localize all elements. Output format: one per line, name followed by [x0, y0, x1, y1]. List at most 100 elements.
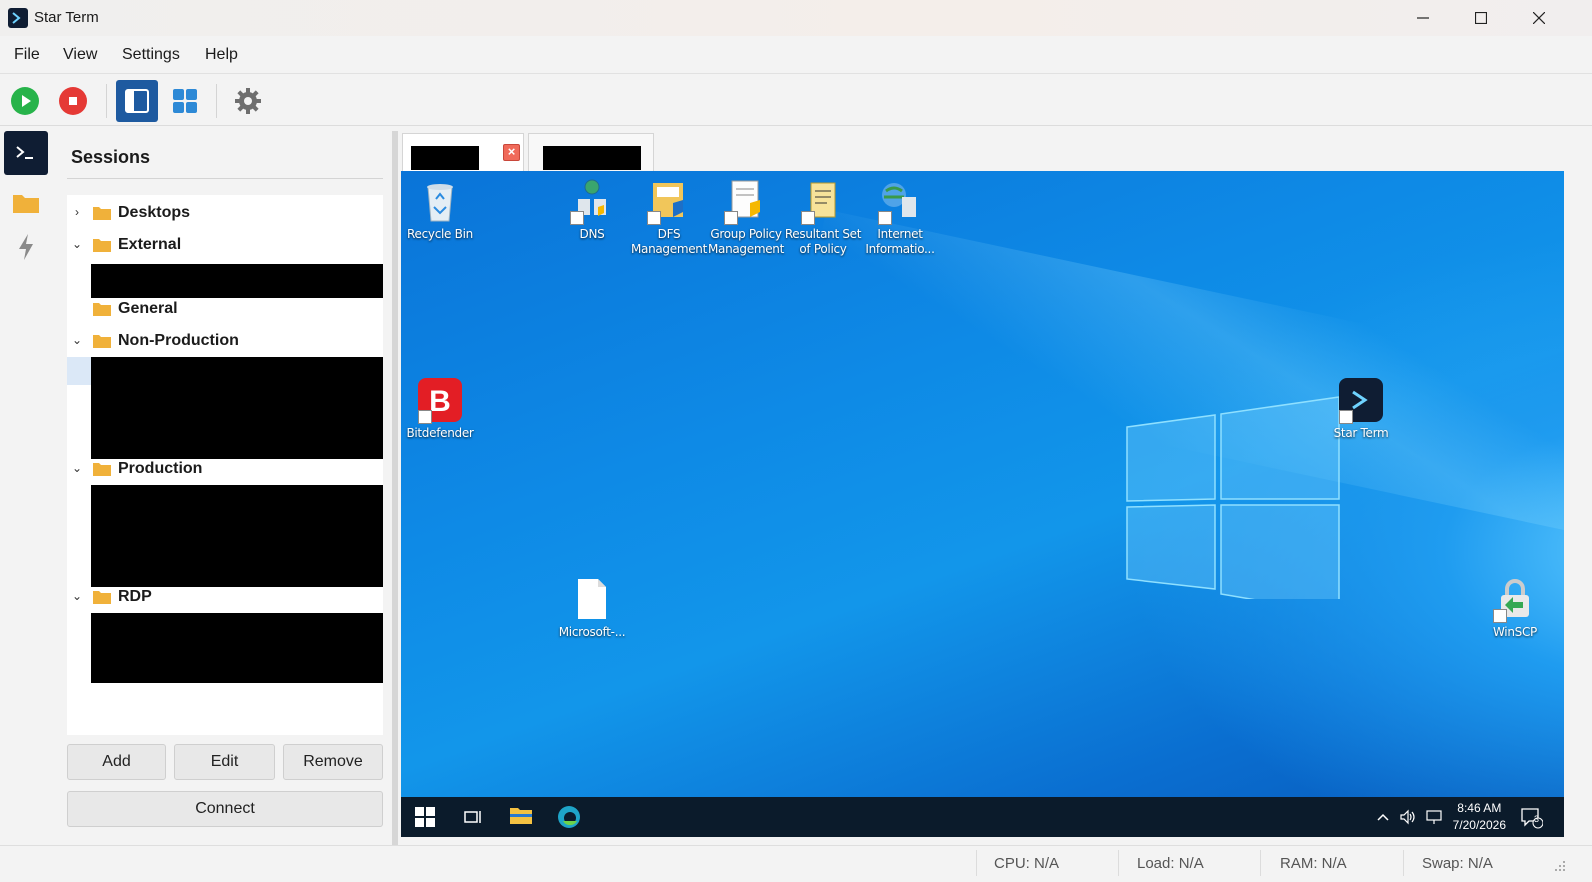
- close-tab-icon[interactable]: ×: [503, 144, 520, 161]
- desktop-icon-star-term[interactable]: Star Term: [1322, 376, 1400, 441]
- redacted-tab-label: [411, 146, 479, 170]
- status-separator: [1118, 850, 1119, 876]
- stop-button[interactable]: [52, 80, 94, 122]
- panel-splitter[interactable]: [392, 131, 398, 845]
- app-icon: [8, 8, 28, 28]
- panel-left-icon: [125, 89, 149, 113]
- add-button[interactable]: Add: [67, 744, 166, 780]
- tree-node-label: Production: [118, 460, 203, 477]
- tree-node-label: External: [118, 236, 182, 253]
- lightning-icon: [19, 234, 33, 260]
- windows-start-icon[interactable]: [413, 805, 437, 829]
- task-view-icon[interactable]: [461, 805, 485, 829]
- svg-text:B: B: [429, 385, 451, 418]
- tree-node-general[interactable]: General: [67, 295, 383, 323]
- window-title: Star Term: [34, 9, 99, 26]
- left-rail: [0, 127, 52, 845]
- cpu-status: CPU: N/A: [994, 855, 1060, 872]
- close-button[interactable]: [1516, 0, 1562, 36]
- desktop-icon-dfs[interactable]: DFS Management: [630, 177, 708, 257]
- tree-node-production[interactable]: ⌄ Production: [67, 455, 383, 483]
- folder-icon: [93, 463, 111, 476]
- chevron-right-icon[interactable]: ›: [71, 206, 83, 218]
- menu-view[interactable]: View: [63, 46, 97, 64]
- notification-center-icon[interactable]: 3: [1519, 805, 1544, 829]
- tree-node-desktops[interactable]: › Desktops: [67, 199, 383, 227]
- tab-session-2[interactable]: [528, 133, 654, 171]
- folder-icon: [93, 591, 111, 604]
- resize-grip-icon[interactable]: [1554, 860, 1566, 872]
- load-status: Load: N/A: [1137, 855, 1204, 872]
- maximize-button[interactable]: [1458, 0, 1504, 36]
- tree-node-rdp[interactable]: ⌄ RDP: [67, 583, 383, 611]
- desktop-icon-winscp[interactable]: WinSCP: [1476, 575, 1554, 640]
- taskbar-clock[interactable]: 8:46 AM 7/20/2026: [1453, 800, 1506, 834]
- terminal-rail-button[interactable]: [4, 131, 48, 175]
- play-button[interactable]: [4, 80, 46, 122]
- redacted-sessions: [91, 357, 383, 459]
- menu-help[interactable]: Help: [205, 46, 238, 64]
- connect-button[interactable]: Connect: [67, 791, 383, 827]
- folder-icon: [93, 239, 111, 252]
- tree-node-label: Non-Production: [118, 332, 239, 349]
- file-explorer-icon[interactable]: [509, 805, 533, 829]
- tree-node-label: Desktops: [118, 204, 191, 221]
- selection-highlight: [67, 357, 91, 385]
- menu-settings[interactable]: Settings: [122, 46, 180, 64]
- minimize-button[interactable]: [1400, 0, 1446, 36]
- clock-date: 7/20/2026: [1452, 818, 1506, 832]
- tree-node-label: RDP: [118, 588, 152, 605]
- redacted-sessions: [91, 485, 383, 587]
- divider: [67, 178, 383, 179]
- sidebar-toggle-button[interactable]: [116, 80, 158, 122]
- grid-icon: [173, 89, 197, 113]
- stop-icon: [59, 87, 87, 115]
- gear-icon: [235, 88, 261, 114]
- folder-icon: [93, 207, 111, 220]
- toolbar-separator: [216, 84, 217, 118]
- session-tree: › Desktops ⌄ External General ⌄ Non-Prod…: [67, 195, 383, 735]
- desktop-icon-bitdefender[interactable]: B Bitdefender: [401, 376, 479, 441]
- desktop-icon-microsoft-file[interactable]: Microsoft-...: [553, 575, 631, 640]
- play-icon: [11, 87, 39, 115]
- files-rail-button[interactable]: [4, 181, 48, 225]
- redacted-sessions: [91, 613, 383, 683]
- file-icon: [578, 579, 606, 619]
- chevron-down-icon[interactable]: ⌄: [71, 590, 83, 602]
- recycle-bin-icon: [427, 184, 453, 222]
- desktop-icon-rsop[interactable]: Resultant Set of Policy: [784, 177, 862, 257]
- desktop-icon-recycle-bin[interactable]: Recycle Bin: [401, 177, 479, 242]
- grid-view-button[interactable]: [164, 80, 206, 122]
- desktop-icon-dns[interactable]: DNS: [553, 177, 631, 242]
- tree-node-non-production[interactable]: ⌄ Non-Production: [67, 327, 383, 355]
- tree-node-external[interactable]: ⌄ External: [67, 231, 383, 259]
- edit-button[interactable]: Edit: [174, 744, 275, 780]
- chevron-down-icon[interactable]: ⌄: [71, 238, 83, 250]
- status-separator: [1403, 850, 1404, 876]
- sessions-panel: Sessions › Desktops ⌄ External General ⌄…: [53, 127, 393, 845]
- folder-icon: [93, 335, 111, 348]
- remove-button[interactable]: Remove: [283, 744, 383, 780]
- menu-file[interactable]: File: [14, 46, 40, 64]
- network-icon[interactable]: [1425, 805, 1445, 829]
- desktop-icon-iis[interactable]: Internet Informatio...: [861, 177, 939, 257]
- title-bar: Star Term: [0, 0, 1592, 36]
- quick-connect-rail-button[interactable]: [4, 225, 48, 269]
- remote-desktop-view[interactable]: Recycle Bin DNS DFS Management Group Poli…: [401, 171, 1564, 837]
- remote-taskbar: 8:46 AM 7/20/2026 3: [401, 797, 1564, 837]
- sessions-title: Sessions: [71, 147, 151, 167]
- tab-session-1[interactable]: ×: [402, 133, 524, 171]
- edge-browser-icon[interactable]: [557, 805, 581, 829]
- chevron-down-icon[interactable]: ⌄: [71, 334, 83, 346]
- desktop-icon-group-policy[interactable]: Group Policy Management: [707, 177, 785, 257]
- chevron-up-icon[interactable]: [1376, 805, 1392, 829]
- chevron-down-icon[interactable]: ⌄: [71, 462, 83, 474]
- volume-icon[interactable]: [1399, 805, 1419, 829]
- redacted-sessions: [91, 264, 383, 298]
- settings-button[interactable]: [227, 80, 269, 122]
- status-separator: [1260, 850, 1261, 876]
- ram-status: RAM: N/A: [1280, 855, 1347, 872]
- windows-wallpaper-logo: [1126, 396, 1340, 599]
- status-separator: [976, 850, 977, 876]
- toolbar: [0, 74, 1592, 126]
